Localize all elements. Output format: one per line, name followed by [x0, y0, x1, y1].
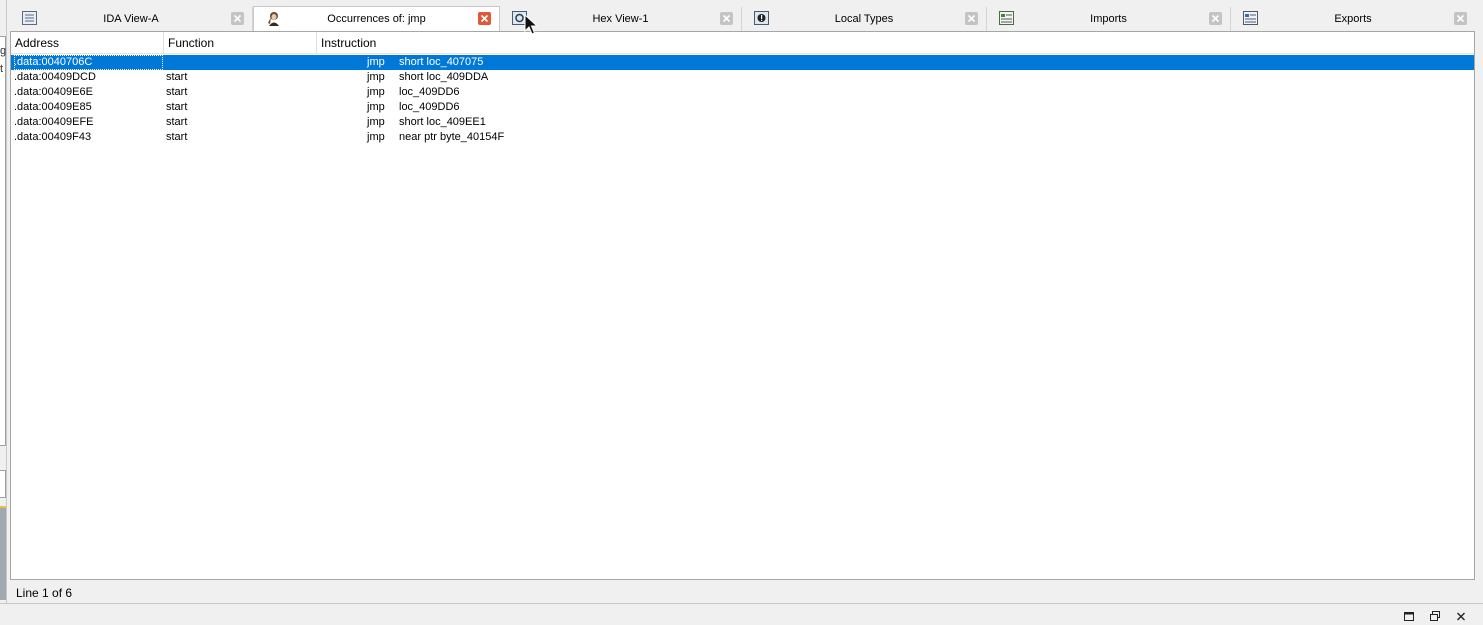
left-panel-fragment — [0, 508, 6, 600]
occurrences-table-body: .data:0040706C jmp short loc_407075 .dat… — [11, 55, 1474, 145]
close-icon[interactable] — [1209, 12, 1222, 25]
column-header-address[interactable]: Address — [11, 32, 164, 54]
maximize-icon[interactable] — [1402, 610, 1416, 624]
mouse-cursor-icon — [524, 13, 539, 36]
tab-label: Local Types — [834, 13, 894, 25]
cell-operands: short loc_407075 — [399, 56, 484, 68]
table-row[interactable]: .data:00409E85 start jmp loc_409DD6 — [11, 100, 1474, 115]
cell-operands: short loc_409EE1 — [399, 116, 486, 128]
table-row[interactable]: .data:00409DCD start jmp short loc_409DD… — [11, 70, 1474, 85]
cell-operands: loc_409DD6 — [399, 101, 460, 113]
cell-address: .data:00409EFE — [14, 116, 94, 128]
cell-operands: short loc_409DDA — [399, 71, 489, 83]
left-fragment-glyph: t — [0, 63, 4, 75]
tab-exports[interactable]: Exports — [1231, 7, 1475, 31]
left-fragment-glyph: g — [0, 45, 7, 57]
cell-mnemonic: jmp — [367, 56, 385, 68]
cell-function: start — [166, 71, 188, 83]
column-header-instruction[interactable]: Instruction — [317, 32, 1474, 54]
cell-address: .data:00409F43 — [14, 131, 92, 143]
cell-address: .data:00409E6E — [14, 86, 93, 98]
cell-operands: near ptr byte_40154F — [399, 131, 505, 143]
close-window-icon[interactable] — [1454, 610, 1468, 624]
cell-address: .data:0040706C — [14, 55, 163, 70]
table-row[interactable]: .data:0040706C jmp short loc_407075 — [11, 55, 1474, 70]
cell-operands: loc_409DD6 — [399, 86, 460, 98]
cell-mnemonic: jmp — [367, 71, 385, 83]
table-row[interactable]: .data:00409F43 start jmp near ptr byte_4… — [11, 130, 1474, 145]
tab-occurrences-jmp[interactable]: Occurrences of: jmp — [253, 6, 500, 31]
restore-icon[interactable] — [1428, 610, 1442, 624]
tab-local-types[interactable]: Local Types — [742, 7, 987, 31]
close-icon[interactable] — [231, 12, 244, 25]
close-icon[interactable] — [478, 12, 491, 25]
tab-label: Exports — [1334, 13, 1372, 25]
cell-function: start — [166, 116, 188, 128]
tab-label: IDA View-A — [103, 13, 159, 25]
cell-address: .data:00409E85 — [14, 101, 92, 113]
close-icon[interactable] — [965, 12, 978, 25]
table-row[interactable]: .data:00409EFE start jmp short loc_409EE… — [11, 115, 1474, 130]
tab-label: Occurrences of: jmp — [327, 13, 426, 25]
cell-mnemonic: jmp — [367, 101, 385, 113]
cell-function: start — [166, 86, 188, 98]
status-line-count: Line 1 of 6 — [16, 586, 73, 600]
close-icon[interactable] — [720, 12, 733, 25]
left-panel-fragment — [0, 36, 6, 446]
cell-mnemonic: jmp — [367, 86, 385, 98]
cell-mnemonic: jmp — [367, 131, 385, 143]
cell-function: start — [166, 131, 188, 143]
table-row[interactable]: .data:00409E6E start jmp loc_409DD6 — [11, 85, 1474, 100]
cell-address: .data:00409DCD — [14, 71, 96, 83]
tab-label: Imports — [1090, 13, 1127, 25]
tab-bar: IDA View-A Occurrences of: jmp Hex View-… — [10, 6, 1475, 31]
left-panel-edge: g t — [0, 0, 7, 624]
tab-imports[interactable]: Imports — [987, 7, 1231, 31]
dock-bottom-bar — [0, 603, 1483, 624]
column-header-function[interactable]: Function — [164, 32, 317, 54]
left-panel-fragment — [0, 470, 6, 498]
close-icon[interactable] — [1454, 12, 1467, 25]
cell-mnemonic: jmp — [367, 116, 385, 128]
occurrences-list-panel[interactable]: Address Function Instruction .data:00407… — [10, 31, 1475, 580]
table-header: Address Function Instruction — [11, 32, 1474, 54]
status-bar: Line 1 of 6 — [10, 581, 1475, 603]
tab-ida-view-a[interactable]: IDA View-A — [10, 7, 253, 31]
cell-function: start — [166, 101, 188, 113]
